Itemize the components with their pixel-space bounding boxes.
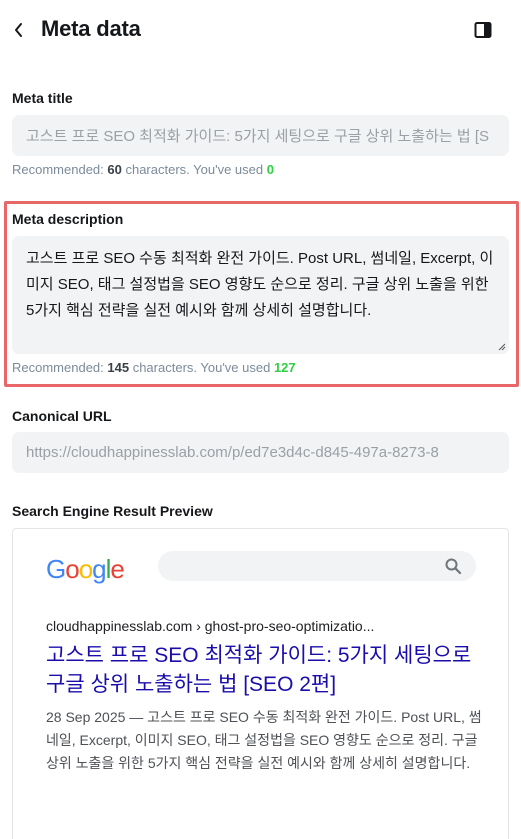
meta-description-used: 127 bbox=[273, 360, 296, 375]
page-title: Meta data bbox=[41, 16, 141, 41]
toggle-panel-button[interactable] bbox=[472, 19, 494, 41]
meta-title-used: 0 bbox=[266, 162, 274, 177]
canonical-url-label: Canonical URL bbox=[12, 408, 112, 424]
meta-description-textarea[interactable]: 고스트 프로 SEO 수동 최적화 완전 가이드. Post URL, 썸네일,… bbox=[12, 236, 509, 354]
serp-preview-label: Search Engine Result Preview bbox=[12, 503, 213, 519]
magnifier-icon bbox=[445, 558, 462, 575]
canonical-url-input[interactable]: https://cloudhappinesslab.com/p/ed7e3d4c… bbox=[12, 432, 509, 473]
back-button[interactable] bbox=[8, 16, 30, 44]
meta-title-label: Meta title bbox=[12, 90, 73, 106]
meta-title-hint: Recommended: 60 characters. You've used … bbox=[12, 162, 274, 177]
serp-preview-card: Google cloudhappinesslab.com › ghost-pro… bbox=[12, 528, 509, 839]
meta-description-value: 고스트 프로 SEO 수동 최적화 완전 가이드. Post URL, 썸네일,… bbox=[26, 250, 494, 319]
google-logo: Google bbox=[46, 554, 125, 584]
meta-title-input[interactable]: 고스트 프로 SEO 최적화 가이드: 5가지 세팅으로 구글 상위 노출하는 … bbox=[12, 115, 509, 156]
meta-description-label: Meta description bbox=[12, 211, 124, 227]
serp-title: 고스트 프로 SEO 최적화 가이드: 5가지 세팅으로 구글 상위 노출하는 … bbox=[46, 644, 472, 696]
header: Meta data bbox=[0, 0, 521, 62]
chevron-left-icon bbox=[15, 23, 22, 37]
canonical-url-placeholder: https://cloudhappinesslab.com/p/ed7e3d4c… bbox=[26, 444, 439, 461]
meta-description-hint: Recommended: 145 characters. You've used… bbox=[12, 360, 296, 375]
resize-grip-icon[interactable] bbox=[498, 343, 506, 351]
serp-search-bar bbox=[158, 551, 476, 581]
serp-description: 28 Sep 2025 — 고스트 프로 SEO 수동 최적화 완전 가이드. … bbox=[46, 709, 482, 771]
meta-title-recommended: 60 bbox=[107, 162, 122, 177]
serp-url: cloudhappinesslab.com › ghost-pro-seo-op… bbox=[46, 618, 375, 634]
sidebar-panel-icon bbox=[474, 22, 492, 38]
meta-title-placeholder: 고스트 프로 SEO 최적화 가이드: 5가지 세팅으로 구글 상위 노출하는 … bbox=[26, 128, 490, 145]
meta-description-recommended: 145 bbox=[107, 360, 130, 375]
